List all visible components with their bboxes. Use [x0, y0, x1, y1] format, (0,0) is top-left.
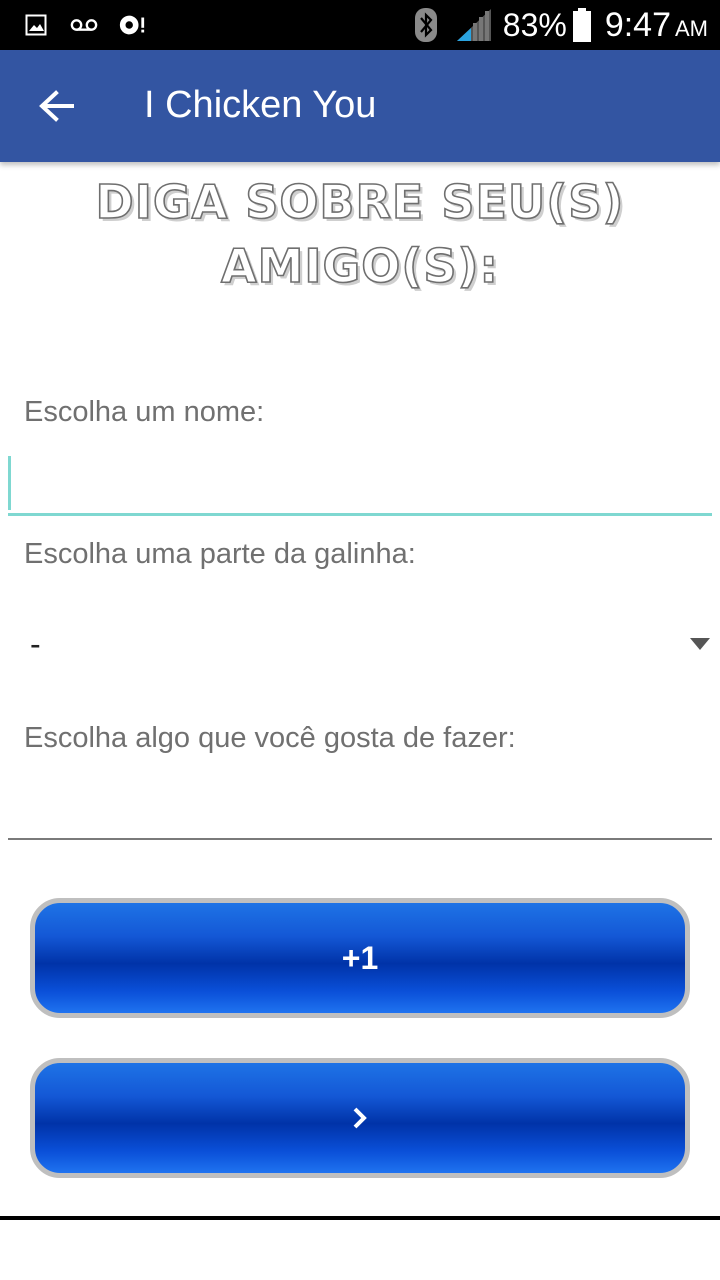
battery-icon: [572, 8, 591, 42]
status-right: 83% 9:47 AM: [414, 5, 708, 44]
status-bar: 83% 9:47 AM: [0, 0, 720, 50]
chicken-part-selected: -: [30, 626, 41, 662]
chicken-part-label: Escolha uma parte da galinha:: [24, 538, 416, 570]
back-button[interactable]: [28, 78, 84, 134]
app-bar: I Chicken You: [0, 50, 720, 162]
battery-percent: 83%: [502, 6, 567, 43]
name-input[interactable]: [8, 450, 712, 516]
next-button[interactable]: [30, 1058, 690, 1178]
clock-time: 9:47: [604, 5, 671, 44]
status-left-icons: [22, 10, 166, 40]
bluetooth-icon: [414, 8, 437, 42]
bottom-divider: [0, 1216, 720, 1220]
app-title: I Chicken You: [144, 84, 377, 126]
hobby-input-underline: [8, 838, 712, 840]
chevron-right-icon: [353, 1107, 367, 1129]
hobby-input[interactable]: [8, 778, 712, 836]
voicemail-icon: [70, 11, 98, 39]
gallery-icon: [22, 11, 50, 39]
name-input-wrap: [8, 450, 712, 520]
text-cursor: [8, 456, 11, 510]
name-label: Escolha um nome:: [24, 396, 265, 428]
dropdown-arrow-icon: [690, 638, 710, 650]
chicken-part-dropdown[interactable]: -: [8, 612, 712, 682]
form-heading: Diga sobre seu(s) amigo(s):: [95, 174, 625, 294]
signal-icon: [456, 9, 491, 41]
arrow-back-icon: [39, 90, 74, 122]
clock-ampm: AM: [675, 16, 708, 41]
add-friend-button[interactable]: +1: [30, 898, 690, 1018]
sync-alert-icon: [118, 11, 146, 39]
hobby-label: Escolha algo que você gosta de fazer:: [24, 722, 516, 754]
